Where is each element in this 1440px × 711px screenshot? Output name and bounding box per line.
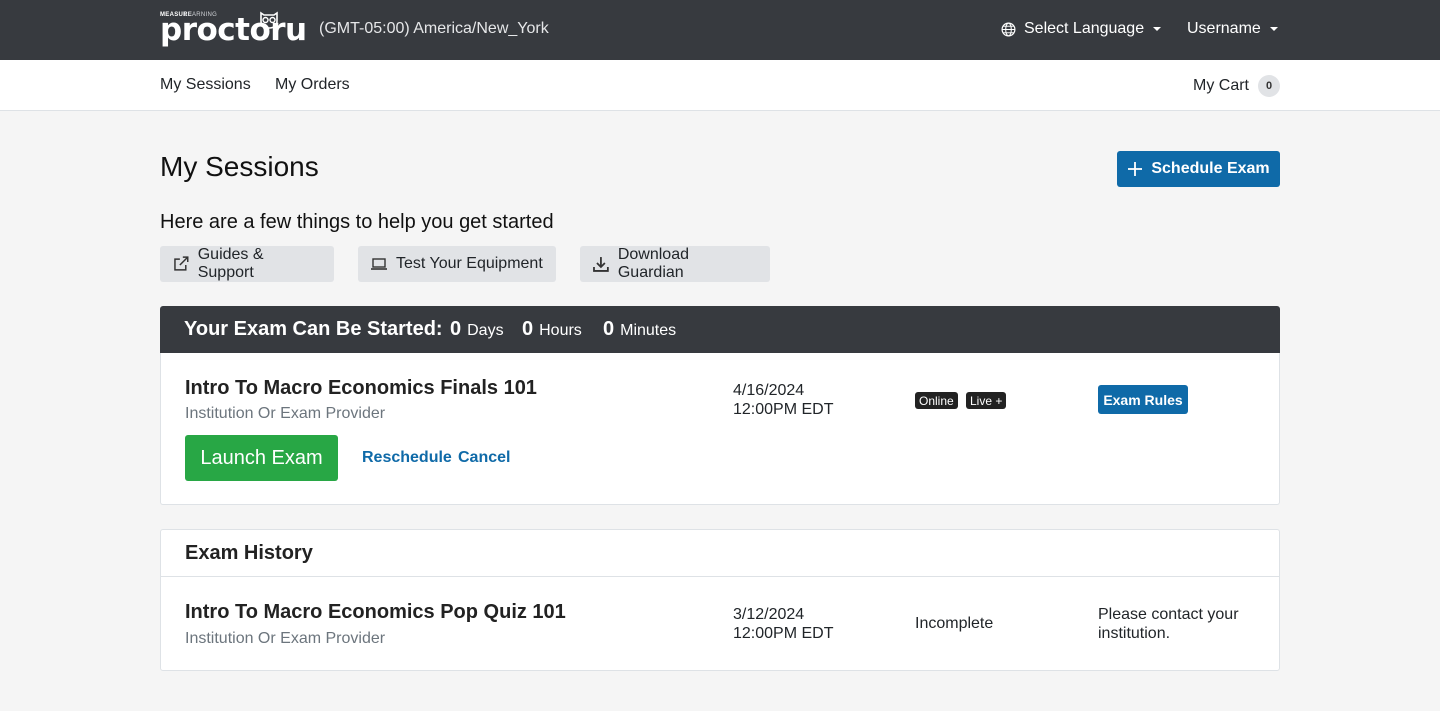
language-dropdown[interactable]: Select Language xyxy=(1001,20,1162,38)
upcoming-session-card: Intro To Macro Economics Finals 101 Inst… xyxy=(160,353,1280,505)
hours-value: 0 xyxy=(522,318,534,340)
exam-datetime: 4/16/2024 12:00PM EDT xyxy=(733,381,833,419)
exam-history-card: Exam History Intro To Macro Economics Po… xyxy=(160,529,1280,671)
guides-support-button[interactable]: Guides & Support xyxy=(160,246,334,282)
cart-count-badge: 0 xyxy=(1258,75,1280,97)
cart-label: My Cart xyxy=(1193,77,1249,94)
my-cart-link[interactable]: My Cart 0 xyxy=(1193,75,1280,97)
plus-icon xyxy=(1128,162,1143,176)
nav-my-orders[interactable]: My Orders xyxy=(275,76,350,94)
download-guardian-button[interactable]: Download Guardian xyxy=(580,246,770,282)
tag-live-plus: Live + xyxy=(966,392,1007,409)
schedule-exam-button[interactable]: Schedule Exam xyxy=(1117,151,1280,187)
exam-timer-bar: Your Exam Can Be Started: 0 Days 0 Hours 0… xyxy=(160,306,1280,353)
reschedule-link[interactable]: Reschedule xyxy=(362,449,452,467)
timezone-label: (GMT-05:00) America/New_York xyxy=(319,20,549,37)
history-exam-title: Intro To Macro Economics Pop Quiz 101 xyxy=(185,601,566,623)
language-label: Select Language xyxy=(1024,20,1145,37)
test-equipment-button[interactable]: Test Your Equipment xyxy=(358,246,556,282)
hours-label: Hours xyxy=(539,322,582,339)
schedule-exam-label: Schedule Exam xyxy=(1151,160,1270,177)
owl-icon xyxy=(260,11,278,29)
history-exam-time: 12:00PM EDT xyxy=(733,625,834,642)
laptop-icon xyxy=(371,258,387,270)
chevron-down-icon xyxy=(1269,27,1278,31)
chevron-down-icon xyxy=(1153,27,1162,31)
timer-hours: 0 Hours xyxy=(522,318,582,341)
exam-rules-button[interactable]: Exam Rules xyxy=(1098,385,1188,414)
top-bar: MEASURE LEARNING proctoru (GMT-05:00) Am… xyxy=(0,0,1440,60)
minutes-value: 0 xyxy=(603,318,615,340)
exam-history-title: Exam History xyxy=(185,542,313,564)
helper-text: Here are a few things to help you get st… xyxy=(160,211,554,233)
history-exam-date: 3/12/2024 xyxy=(733,606,805,623)
test-equipment-label: Test Your Equipment xyxy=(396,255,543,272)
timer-label: Your Exam Can Be Started: xyxy=(184,318,443,340)
timer-days: 0 Days xyxy=(450,318,504,341)
exam-title: Intro To Macro Economics Finals 101 xyxy=(185,377,537,399)
sub-nav: My Sessions My Orders My Cart 0 xyxy=(0,60,1440,111)
tag-online: Online xyxy=(915,392,958,409)
history-exam-provider: Institution Or Exam Provider xyxy=(185,630,386,647)
download-icon xyxy=(593,257,609,272)
globe-icon xyxy=(1001,22,1016,36)
external-link-icon xyxy=(174,256,189,271)
exam-history-header: Exam History xyxy=(161,530,1279,577)
logo-wordmark: proctoru xyxy=(160,12,307,48)
nav-my-sessions[interactable]: My Sessions xyxy=(160,76,251,94)
guides-support-label: Guides & Support xyxy=(197,246,264,281)
days-label: Days xyxy=(467,322,504,339)
history-exam-note: Please contact your institution. xyxy=(1098,606,1239,642)
proctoru-logo[interactable]: MEASURE LEARNING proctoru xyxy=(160,11,307,50)
exam-time: 12:00PM EDT xyxy=(733,401,834,418)
exam-date: 4/16/2024 xyxy=(733,382,805,399)
download-guardian-label: Download Guardian xyxy=(617,246,689,281)
page-title: My Sessions xyxy=(160,151,319,182)
launch-exam-button[interactable]: Launch Exam xyxy=(185,435,338,481)
timer-minutes: 0 Minutes xyxy=(603,318,676,341)
history-exam-datetime: 3/12/2024 12:00PM EDT xyxy=(733,605,833,643)
minutes-label: Minutes xyxy=(620,322,677,339)
username-label: Username xyxy=(1187,20,1261,37)
cancel-link[interactable]: Cancel xyxy=(458,449,510,467)
exam-provider: Institution Or Exam Provider xyxy=(185,405,386,422)
days-value: 0 xyxy=(450,318,462,340)
history-exam-status: Incomplete xyxy=(915,615,994,632)
user-dropdown[interactable]: Username xyxy=(1187,20,1278,38)
